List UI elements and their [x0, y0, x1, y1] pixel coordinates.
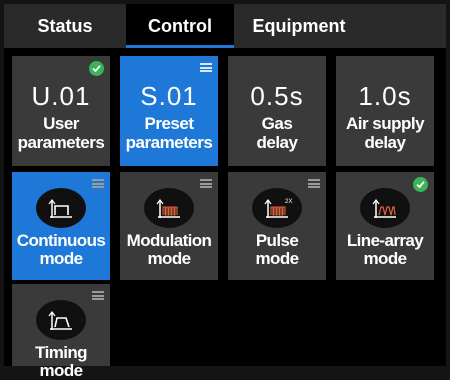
timing-mode-tile[interactable]: Timing mode — [12, 284, 110, 380]
menu-icon[interactable] — [308, 179, 320, 188]
user-parameters-value: U.01 — [31, 81, 91, 111]
tab-bar: Status Control Equipment — [4, 4, 446, 48]
menu-icon[interactable] — [92, 291, 104, 300]
pulse-mode-label: Pulse mode — [255, 231, 300, 268]
menu-icon[interactable] — [200, 179, 212, 188]
menu-icon[interactable] — [200, 63, 212, 72]
modulation-wave-icon — [144, 188, 194, 228]
timing-mode-label: Timing mode — [35, 343, 87, 380]
menu-icon[interactable] — [92, 179, 104, 188]
check-icon — [89, 61, 104, 76]
tab-equipment[interactable]: Equipment — [234, 4, 364, 48]
user-parameters-tile[interactable]: U.01 User parameters — [12, 56, 110, 166]
line-array-mode-label: Line-array mode — [346, 231, 424, 268]
tab-control[interactable]: Control — [126, 4, 234, 48]
pulse-wave-icon: 2X — [252, 188, 302, 228]
tab-status[interactable]: Status — [4, 4, 126, 48]
preset-parameters-label: Preset parameters — [125, 114, 213, 152]
user-parameters-label: User parameters — [17, 114, 105, 152]
line-array-wave-icon — [360, 188, 410, 228]
air-supply-delay-value: 1.0s — [358, 81, 412, 111]
modulation-mode-label: Modulation mode — [126, 231, 212, 268]
continuous-wave-icon — [36, 188, 86, 228]
svg-text:2X: 2X — [285, 199, 292, 205]
continuous-mode-tile[interactable]: Continuous mode — [12, 172, 110, 280]
preset-parameters-value: S.01 — [140, 81, 198, 111]
line-array-mode-tile[interactable]: Line-array mode — [336, 172, 434, 280]
air-supply-delay-label: Air supply delay — [345, 114, 425, 152]
gas-delay-label: Gas delay — [256, 114, 298, 152]
gas-delay-value: 0.5s — [250, 81, 304, 111]
check-icon — [413, 177, 428, 192]
gas-delay-tile[interactable]: 0.5s Gas delay — [228, 56, 326, 166]
preset-parameters-tile[interactable]: S.01 Preset parameters — [120, 56, 218, 166]
pulse-mode-tile[interactable]: 2X Pulse mode — [228, 172, 326, 280]
modulation-mode-tile[interactable]: Modulation mode — [120, 172, 218, 280]
air-supply-delay-tile[interactable]: 1.0s Air supply delay — [336, 56, 434, 166]
timing-wave-icon — [36, 300, 86, 340]
control-panel: Status Control Equipment U.01 User param… — [4, 4, 446, 380]
continuous-mode-label: Continuous mode — [16, 231, 106, 268]
